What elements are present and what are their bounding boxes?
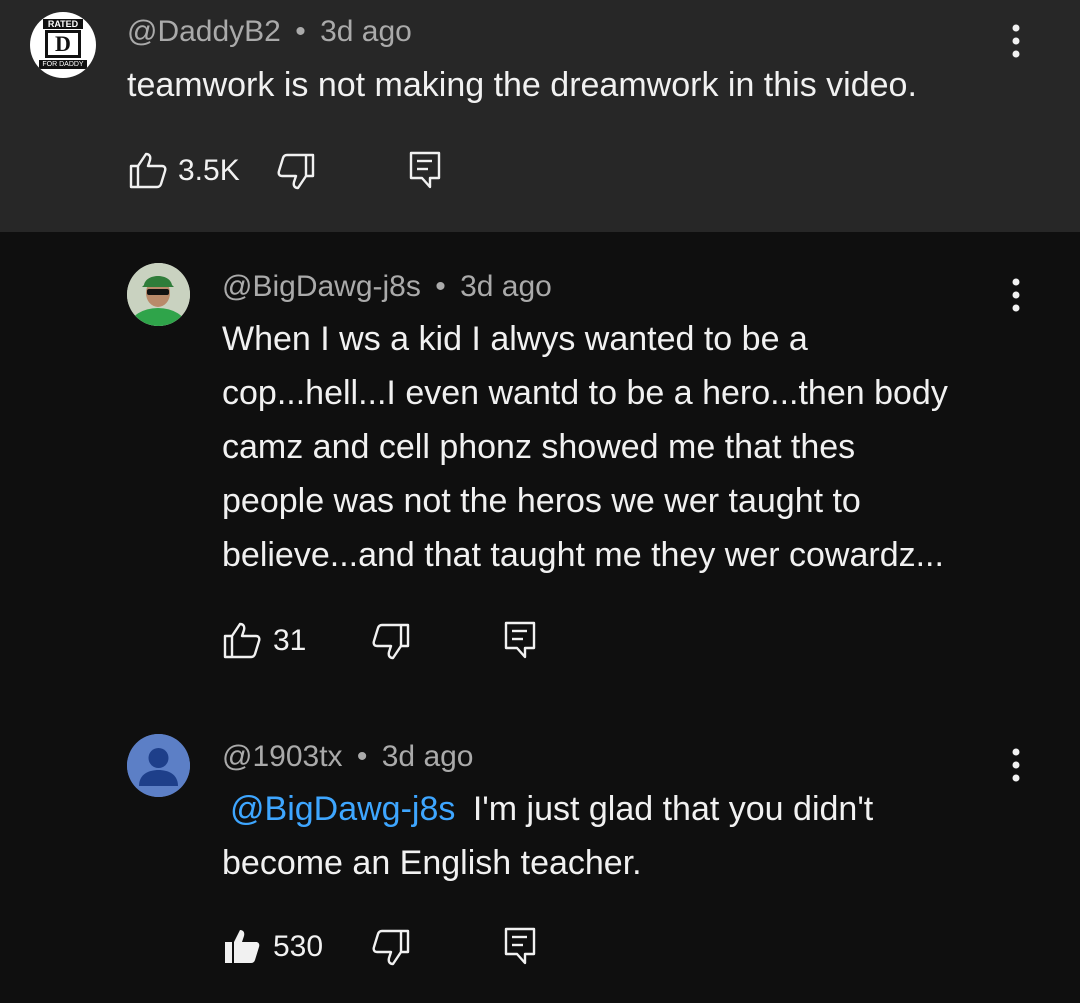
meta-separator: • — [435, 270, 446, 303]
text-line: When I ws a kid I alwys wanted to be a — [222, 320, 808, 358]
dislike-button[interactable] — [371, 928, 411, 968]
dislike-button[interactable] — [371, 622, 411, 662]
thumbs-up-icon — [129, 152, 167, 189]
text-line: cop...hell...I even wantd to be a hero..… — [222, 374, 948, 412]
reply-avatar[interactable] — [127, 734, 190, 797]
text-line: camz and cell phonz showed me that thes — [222, 428, 856, 466]
reply-icon — [409, 151, 441, 189]
reply-icon — [504, 621, 536, 659]
text-span: I'm just glad that you didn't — [463, 790, 874, 828]
comment-text: teamwork is not making the dreamwork in … — [127, 66, 917, 104]
reply-meta: @BigDawg-j8s • 3d ago — [222, 270, 552, 304]
reply-meta: @1903tx • 3d ago — [222, 740, 474, 774]
more-options-icon[interactable] — [1004, 276, 1028, 316]
reply-button[interactable] — [503, 620, 537, 660]
like-count: 3.5K — [178, 154, 240, 187]
reply-text: @BigDawg-j8s I'm just glad that you didn… — [222, 782, 1042, 890]
reply-button[interactable] — [503, 926, 537, 966]
thumbs-down-icon — [372, 929, 410, 966]
author-avatar[interactable]: RATED D FOR DADDY — [30, 12, 96, 78]
text-line: people was not the heros we wer taught t… — [222, 482, 861, 520]
default-user-icon — [127, 734, 190, 797]
reply-icon — [504, 927, 536, 965]
meta-separator: • — [356, 740, 368, 773]
more-options-icon[interactable] — [1004, 746, 1028, 786]
user-photo — [127, 263, 190, 326]
comment-time: 3d ago — [460, 270, 552, 303]
author-name[interactable]: @1903tx — [222, 740, 343, 773]
like-button[interactable] — [222, 926, 262, 966]
text-line: @BigDawg-j8s I'm just glad that you didn… — [222, 782, 1042, 836]
comment-time: 3d ago — [320, 15, 412, 48]
like-button[interactable] — [222, 620, 262, 660]
thumbs-down-icon — [372, 623, 410, 660]
author-name[interactable]: @BigDawg-j8s — [222, 270, 421, 303]
comment-time: 3d ago — [381, 740, 474, 773]
thumbs-up-icon — [223, 622, 261, 659]
text-line: believe...and that taught me they wer co… — [222, 536, 944, 574]
like-count: 530 — [273, 930, 324, 963]
like-count: 31 — [273, 624, 307, 657]
more-options-icon[interactable] — [1004, 22, 1028, 62]
reply-avatar[interactable] — [127, 263, 190, 326]
rated-logo: RATED D FOR DADDY — [35, 17, 91, 73]
thumbs-up-filled-icon — [225, 930, 260, 963]
mention-link[interactable]: @BigDawg-j8s — [222, 790, 463, 828]
comment-meta: @DaddyB2 • 3d ago — [127, 15, 412, 49]
like-button[interactable] — [128, 150, 168, 190]
reply-text: When I ws a kid I alwys wanted to be a c… — [222, 312, 1042, 582]
thumbs-down-icon — [277, 153, 315, 190]
text-line: become an English teacher. — [222, 844, 642, 882]
dislike-button[interactable] — [276, 152, 316, 192]
meta-separator: • — [295, 15, 306, 48]
author-name[interactable]: @DaddyB2 — [127, 15, 281, 48]
reply-button[interactable] — [408, 150, 442, 190]
